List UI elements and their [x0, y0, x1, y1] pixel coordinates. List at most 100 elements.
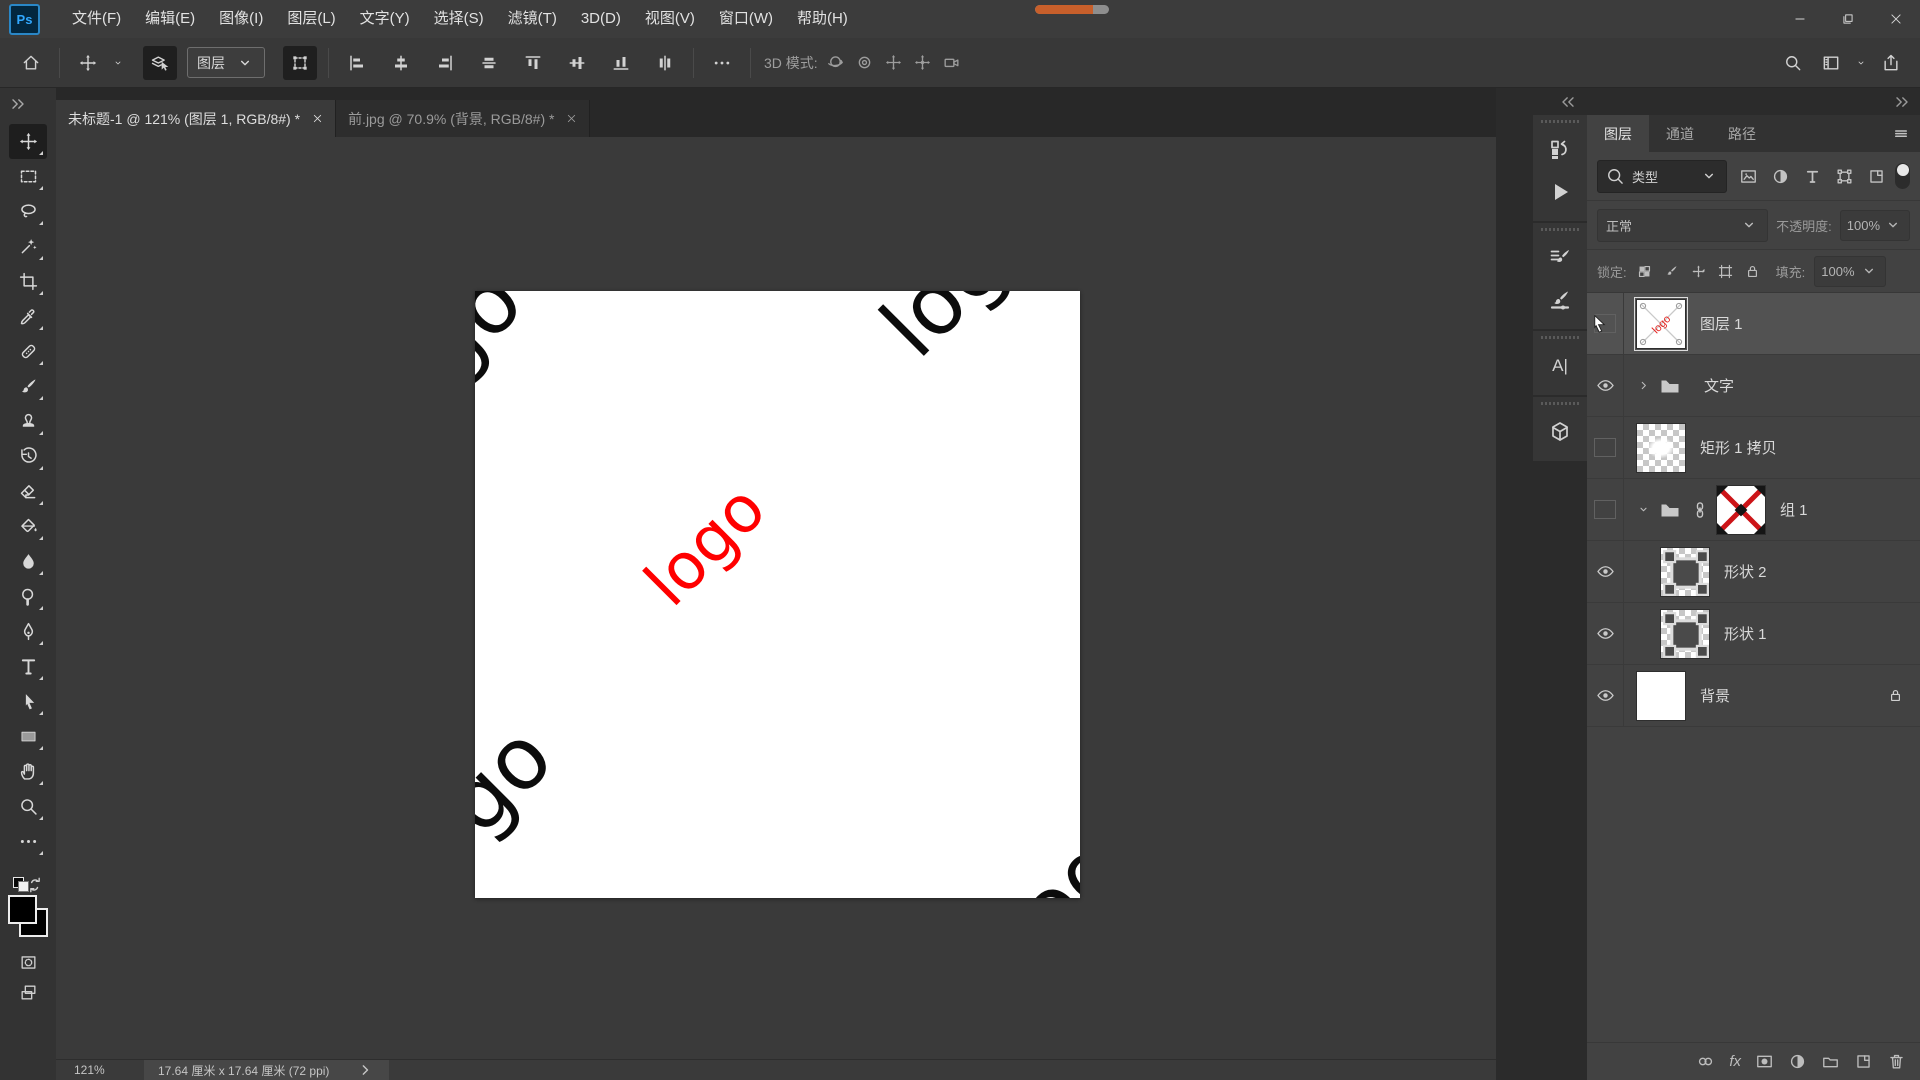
swap-colors-icon[interactable]	[25, 875, 45, 895]
panel-character-panel-button[interactable]: A|	[1539, 345, 1581, 387]
layer-visibility-toggle[interactable]	[1587, 603, 1624, 664]
menu-item-1[interactable]: 编辑(E)	[133, 0, 207, 38]
kind-image-filter-button[interactable]	[1739, 167, 1758, 186]
menu-item-8[interactable]: 视图(V)	[633, 0, 707, 38]
filtering-toggle[interactable]	[1895, 163, 1910, 189]
layer-visibility-toggle[interactable]	[1587, 293, 1624, 354]
threed-camera-icon[interactable]	[942, 53, 961, 72]
zoom-tool[interactable]	[9, 789, 47, 824]
align-top-button[interactable]	[516, 46, 550, 80]
layer-thumbnail[interactable]	[1660, 608, 1710, 659]
layer-row-4[interactable]: 形状 2	[1587, 541, 1920, 603]
zoom-level-field[interactable]: 121%	[74, 1063, 130, 1077]
threed-roll-icon[interactable]	[855, 53, 874, 72]
blur-tool[interactable]	[9, 544, 47, 579]
lock-move-button[interactable]	[1690, 263, 1707, 280]
layer-row-6[interactable]: 背景	[1587, 665, 1920, 727]
drag-grip[interactable]	[1541, 120, 1579, 123]
quick-mask-button[interactable]	[9, 947, 47, 977]
move-tool-preset-icon[interactable]	[71, 46, 105, 80]
menu-item-5[interactable]: 选择(S)	[422, 0, 496, 38]
layer-thumbnail[interactable]	[1636, 422, 1686, 473]
panel-tab-0[interactable]: 图层	[1587, 115, 1649, 152]
panel-tab-1[interactable]: 通道	[1649, 115, 1711, 152]
pen-tool[interactable]	[9, 614, 47, 649]
collapse-panels-icon[interactable]	[1892, 92, 1912, 112]
menu-item-7[interactable]: 3D(D)	[569, 0, 633, 38]
panel-brushes-panel-button[interactable]	[1539, 279, 1581, 321]
spot-healing-brush-tool[interactable]	[9, 334, 47, 369]
close-tab-icon[interactable]	[312, 113, 323, 124]
threed-slide-icon[interactable]	[913, 53, 932, 72]
panel-history-panel-button[interactable]	[1539, 129, 1581, 171]
layer-row-1[interactable]: 文字	[1587, 355, 1920, 417]
layer-row-2[interactable]: 矩形 1 拷贝	[1587, 417, 1920, 479]
menu-item-2[interactable]: 图像(I)	[207, 0, 275, 38]
layer-visibility-toggle[interactable]	[1587, 417, 1624, 478]
align-bottom-button[interactable]	[604, 46, 638, 80]
panel-menu-icon[interactable]	[1892, 125, 1910, 143]
kind-smart-filter-button[interactable]	[1867, 167, 1886, 186]
move-tool[interactable]	[9, 124, 47, 159]
show-transform-controls-toggle[interactable]	[283, 45, 317, 80]
filter-type-dropdown[interactable]: 类型	[1597, 159, 1727, 193]
magic-wand-tool[interactable]	[9, 229, 47, 264]
mask-button[interactable]	[1755, 1052, 1774, 1071]
group-expand-chevron-icon[interactable]	[1636, 378, 1651, 393]
layer-visibility-toggle[interactable]	[1587, 665, 1624, 726]
layer-thumbnail[interactable]: logo	[1634, 296, 1688, 351]
share-button[interactable]	[1874, 46, 1908, 80]
new-layer-button[interactable]	[1854, 1052, 1873, 1071]
drag-grip[interactable]	[1541, 402, 1579, 405]
status-chevron-icon[interactable]	[355, 1060, 375, 1080]
type-tool[interactable]	[9, 649, 47, 684]
rectangle-tool[interactable]	[9, 719, 47, 754]
drag-grip[interactable]	[1541, 336, 1579, 339]
dist-h-button[interactable]	[472, 46, 506, 80]
more-options-button[interactable]	[705, 46, 739, 80]
align-middle-button[interactable]	[560, 46, 594, 80]
tool-preset-chevron-icon[interactable]	[109, 46, 127, 80]
menu-item-0[interactable]: 文件(F)	[60, 0, 133, 38]
threed-orbit-icon[interactable]	[826, 53, 845, 72]
layer-row-0[interactable]: logo 图层 1	[1587, 293, 1920, 355]
document-tab-0[interactable]: 未标题-1 @ 121% (图层 1, RGB/8#) *	[56, 100, 337, 137]
layer-row-5[interactable]: 形状 1	[1587, 603, 1920, 665]
close-button[interactable]	[1872, 0, 1920, 38]
eraser-tool[interactable]	[9, 474, 47, 509]
layer-visibility-toggle[interactable]	[1587, 479, 1624, 540]
menu-item-9[interactable]: 窗口(W)	[707, 0, 785, 38]
panel-actions-panel-button[interactable]	[1539, 171, 1581, 213]
panel-3d-panel-button[interactable]	[1539, 411, 1581, 453]
home-button[interactable]	[14, 46, 48, 80]
search-button[interactable]	[1776, 46, 1810, 80]
minimize-button[interactable]	[1776, 0, 1824, 38]
kind-adjust-filter-button[interactable]	[1771, 167, 1790, 186]
link-button[interactable]	[1696, 1052, 1715, 1071]
fx-button[interactable]: fx	[1729, 1053, 1741, 1070]
drag-grip[interactable]	[1541, 228, 1579, 231]
kind-type-filter-button[interactable]	[1803, 167, 1822, 186]
menu-item-3[interactable]: 图层(L)	[275, 0, 347, 38]
document-tab-1[interactable]: 前.jpg @ 70.9% (背景, RGB/8#) *	[336, 100, 591, 137]
workspace-chevron-icon[interactable]	[1852, 46, 1870, 80]
panel-brush-settings-panel-button[interactable]	[1539, 237, 1581, 279]
restore-button[interactable]	[1824, 0, 1872, 38]
screen-mode-button[interactable]	[9, 977, 47, 1007]
clone-stamp-tool[interactable]	[9, 404, 47, 439]
dodge-tool[interactable]	[9, 579, 47, 614]
align-left-button[interactable]	[340, 46, 374, 80]
new-group-button[interactable]	[1821, 1052, 1840, 1071]
document-info[interactable]: 17.64 厘米 x 17.64 厘米 (72 ppi)	[144, 1060, 390, 1080]
dist-v-button[interactable]	[648, 46, 682, 80]
lock-artboard-button[interactable]	[1717, 263, 1734, 280]
layer-row-3[interactable]: 组 1	[1587, 479, 1920, 541]
history-brush-tool[interactable]	[9, 439, 47, 474]
layer-thumbnail[interactable]	[1660, 546, 1710, 597]
close-tab-icon[interactable]	[566, 113, 577, 124]
panel-tab-2[interactable]: 路径	[1711, 115, 1773, 152]
layer-thumbnail[interactable]	[1636, 670, 1686, 721]
canvas[interactable]: logo logo logo logo logo	[475, 291, 1080, 898]
layer-visibility-toggle[interactable]	[1587, 541, 1624, 602]
align-center-h-button[interactable]	[384, 46, 418, 80]
